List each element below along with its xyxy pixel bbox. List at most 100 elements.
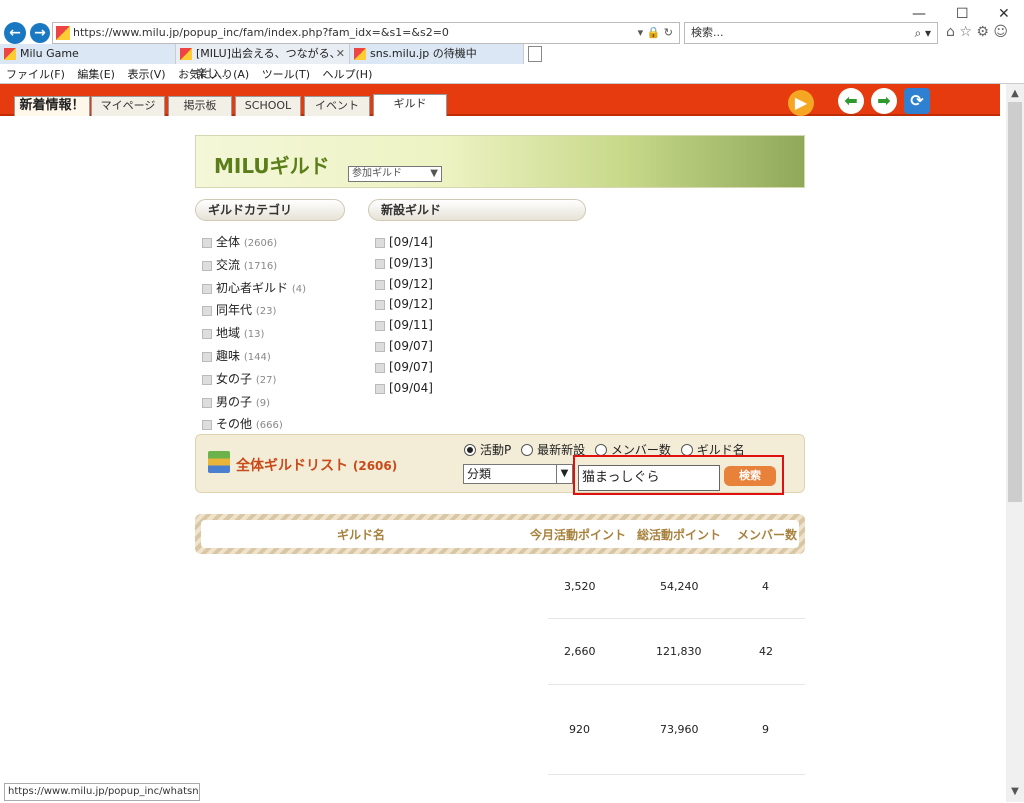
address-bar[interactable]: https://www.milu.jp/popup_inc/fam/index.… xyxy=(52,22,680,44)
keyword-input[interactable]: 猫まっしぐら xyxy=(578,465,720,491)
category-header: ギルドカテゴリ xyxy=(195,199,345,221)
row-month-points: 2,660 xyxy=(564,645,596,658)
category-list: 全体 (2606) 交流 (1716) 初心者ギルド (4) 同年代 (23) … xyxy=(198,232,306,437)
col-total-points: 総活動ポイント xyxy=(637,528,722,542)
tab-label: sns.milu.jp の待機中 xyxy=(370,47,477,60)
search-button[interactable]: 検索 xyxy=(724,466,776,486)
col-members: メンバー数 xyxy=(737,528,798,542)
row-members: 42 xyxy=(759,645,773,658)
new-guild-item[interactable]: [09/12] xyxy=(371,274,433,295)
radio-icon xyxy=(521,444,534,456)
new-guild-item[interactable]: [09/07] xyxy=(371,336,433,357)
category-select[interactable]: 分類 ▼ xyxy=(463,464,573,484)
chevron-down-icon: ▼ xyxy=(556,465,572,483)
tab-news[interactable]: 新着情報！ xyxy=(14,96,90,116)
toolbar-icons[interactable]: ⌂ ☆ ⚙ ☺ xyxy=(946,24,1008,40)
banner-title: MILUギルド xyxy=(214,154,330,178)
new-guild-item[interactable]: [09/13] xyxy=(371,253,433,274)
category-item[interactable]: 地域 (13) xyxy=(198,323,306,346)
guild-banner: MILUギルド 参加ギルド ▼ xyxy=(195,135,805,188)
row-month-points: 3,520 xyxy=(564,580,596,593)
browser-search-input[interactable]: 検索... ⌕ ▾ xyxy=(684,22,938,44)
menu-item-tools[interactable]: ツール(T) xyxy=(262,68,310,81)
tab-guild[interactable]: ギルド xyxy=(373,94,447,116)
play-icon[interactable]: ▶ xyxy=(788,90,814,116)
row-total-points: 54,240 xyxy=(660,580,699,593)
page-scrollbar[interactable]: ▲ ▼ xyxy=(1006,84,1024,802)
address-url: https://www.milu.jp/popup_inc/fam/index.… xyxy=(73,26,449,39)
tab-school[interactable]: SCHOOL xyxy=(235,96,301,116)
guild-list-title: 全体ギルドリスト (2606) xyxy=(236,455,397,475)
category-item[interactable]: 趣味 (144) xyxy=(198,346,306,369)
row-total-points: 73,960 xyxy=(660,723,699,736)
menu-bar: ファイル(F) 編集(E) 表示(V) お気に入り(A) ツール(T) ヘルプ(… xyxy=(0,66,1024,84)
address-controls-icon[interactable]: ▾ 🔒 ↻ xyxy=(638,23,673,43)
tab-mypage[interactable]: マイページ xyxy=(91,96,165,116)
browser-tab[interactable]: Milu Game xyxy=(0,44,176,64)
category-item[interactable]: 男の子 (9) xyxy=(198,392,306,415)
menu-item-favorites[interactable]: お気に入り(A) xyxy=(178,68,249,81)
site-nav-bar: 新着情報！ マイページ 掲示板 SCHOOL イベント ギルド ▶ ⬅ ➡ ⟳ xyxy=(0,84,1000,116)
table-row[interactable]: 2,660 121,830 42 xyxy=(548,619,805,685)
new-guild-item[interactable]: [09/07] xyxy=(371,357,433,378)
tab-board[interactable]: 掲示板 xyxy=(168,96,232,116)
scroll-down-icon[interactable]: ▼ xyxy=(1006,784,1024,800)
menu-item-help[interactable]: ヘルプ(H) xyxy=(323,68,373,81)
category-item[interactable]: 初心者ギルド (4) xyxy=(198,278,306,301)
row-total-points: 121,830 xyxy=(656,645,702,658)
guild-list-title-text: 全体ギルドリスト xyxy=(236,458,348,474)
search-icon[interactable]: ⌕ ▾ xyxy=(914,23,931,43)
category-item[interactable]: 全体 (2606) xyxy=(198,232,306,255)
row-members: 9 xyxy=(762,723,769,736)
table-header-inner: ギルド名 今月活動ポイント 総活動ポイント メンバー数 xyxy=(201,520,799,548)
tab-favicon xyxy=(4,48,16,60)
forward-arrow-icon[interactable]: ➡ xyxy=(871,88,897,114)
radio-selected-icon xyxy=(464,444,476,456)
status-bar-url: https://www.milu.jp/popup_inc/whatsnew xyxy=(4,783,200,801)
menu-item-view[interactable]: 表示(V) xyxy=(127,68,165,81)
guild-list-count: (2606) xyxy=(352,459,398,473)
table-row[interactable]: 3,520 54,240 4 xyxy=(548,552,805,619)
new-guild-list: [09/14] [09/13] [09/12] [09/12] [09/11] … xyxy=(371,232,433,398)
row-month-points: 920 xyxy=(569,723,590,736)
category-select-value: 分類 xyxy=(467,467,492,481)
new-tab-icon[interactable] xyxy=(528,46,542,62)
table-header: ギルド名 今月活動ポイント 総活動ポイント メンバー数 xyxy=(195,514,805,554)
forward-button[interactable]: → xyxy=(30,23,50,43)
new-guild-header: 新設ギルド xyxy=(368,199,586,221)
table-row[interactable]: 920 73,960 9 xyxy=(548,685,805,775)
maximize-icon[interactable]: ☐ xyxy=(956,6,969,22)
tab-close-icon[interactable]: ✕ xyxy=(336,44,345,64)
scroll-up-icon[interactable]: ▲ xyxy=(1006,86,1024,102)
joined-guild-select[interactable]: 参加ギルド ▼ xyxy=(348,166,442,182)
new-guild-item[interactable]: [09/12] xyxy=(371,294,433,315)
col-guild-name: ギルド名 xyxy=(337,528,386,542)
new-guild-item[interactable]: [09/14] xyxy=(371,232,433,253)
category-item[interactable]: 女の子 (27) xyxy=(198,369,306,392)
scroll-thumb[interactable] xyxy=(1008,102,1022,502)
search-placeholder: 検索... xyxy=(691,26,724,39)
category-item[interactable]: 交流 (1716) xyxy=(198,255,306,278)
minimize-icon[interactable]: — xyxy=(912,6,926,22)
col-month-points: 今月活動ポイント xyxy=(530,528,627,542)
browser-tabs: Milu Game [MILU]出会える、つながる、楽し... ✕ sns.mi… xyxy=(0,44,1024,80)
browser-tab-active[interactable]: [MILU]出会える、つながる、楽し... ✕ xyxy=(176,44,350,80)
tab-favicon xyxy=(354,48,366,60)
joined-guild-value: 参加ギルド xyxy=(352,168,402,179)
category-item[interactable]: 同年代 (23) xyxy=(198,300,306,323)
tab-label: Milu Game xyxy=(20,47,79,60)
tab-favicon xyxy=(180,48,192,60)
back-button[interactable]: ← xyxy=(4,22,26,44)
close-icon[interactable]: ✕ xyxy=(998,6,1010,22)
new-guild-item[interactable]: [09/11] xyxy=(371,315,433,336)
tab-event[interactable]: イベント xyxy=(304,96,370,116)
back-arrow-icon[interactable]: ⬅ xyxy=(838,88,864,114)
menu-item-edit[interactable]: 編集(E) xyxy=(77,68,115,81)
new-guild-item[interactable]: [09/04] xyxy=(371,378,433,399)
chevron-down-icon: ▼ xyxy=(430,168,438,179)
browser-chrome: — ☐ ✕ ← → https://www.milu.jp/popup_inc/… xyxy=(0,0,1024,84)
radio-activity[interactable]: 活動P xyxy=(464,443,511,457)
refresh-icon[interactable]: ⟳ xyxy=(904,88,930,114)
menu-item-file[interactable]: ファイル(F) xyxy=(6,68,65,81)
browser-tab[interactable]: sns.milu.jp の待機中 xyxy=(350,44,524,64)
